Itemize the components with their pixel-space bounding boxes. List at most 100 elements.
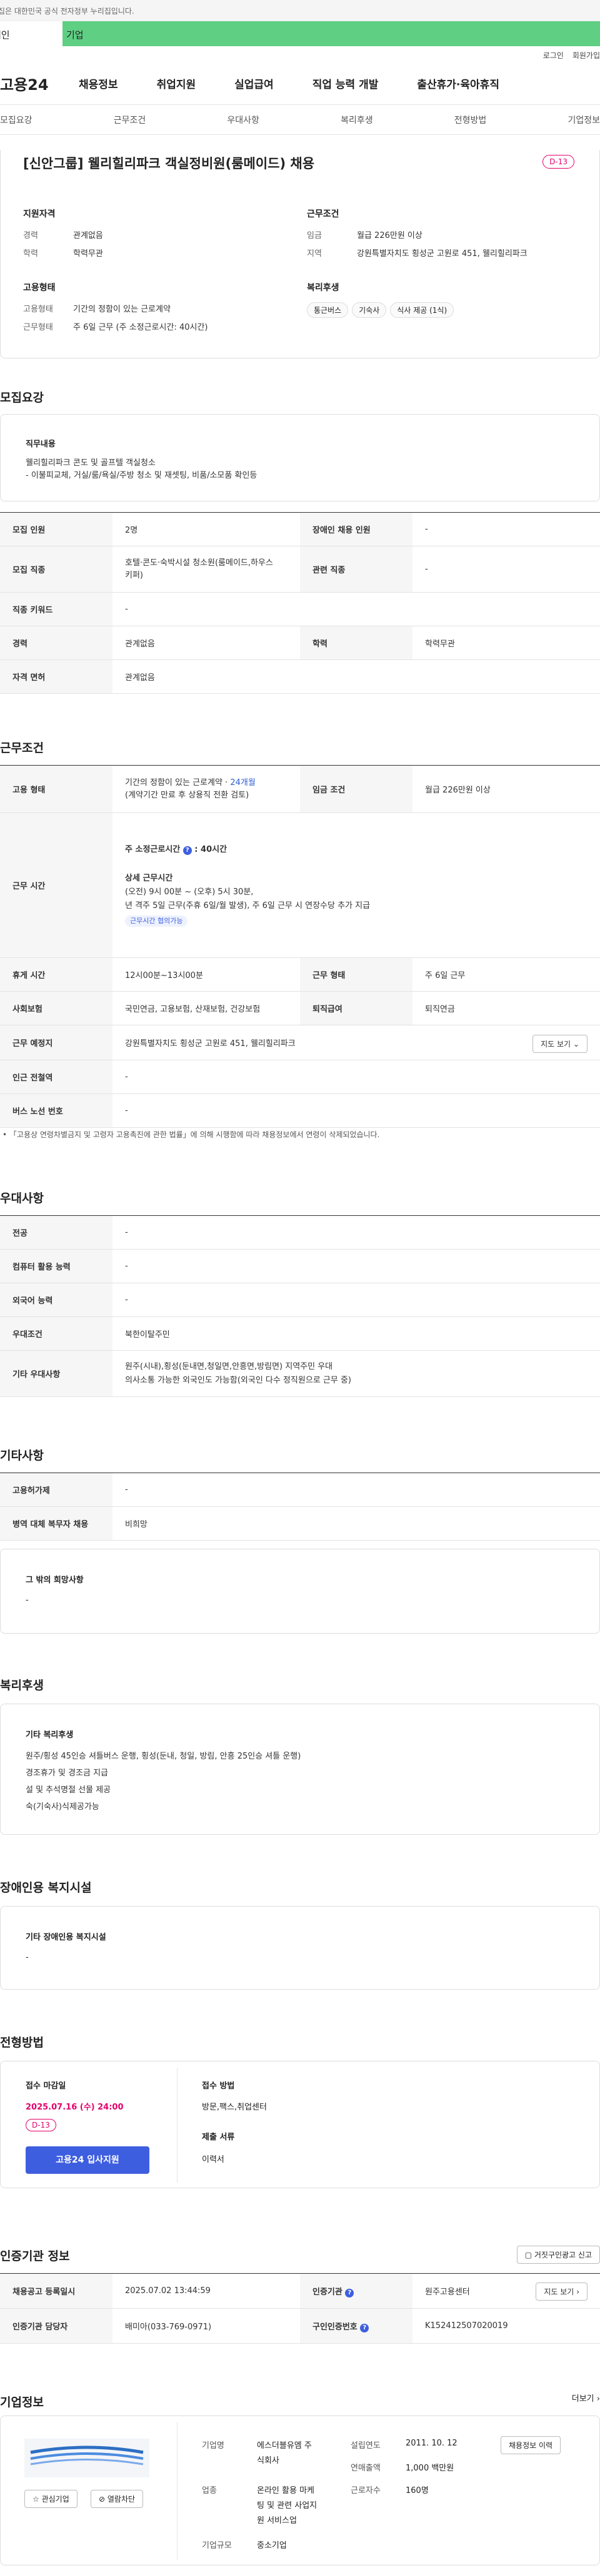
table-key: 퇴직급여 (300, 991, 412, 1025)
subnav-recruit[interactable]: 모집요강 (0, 114, 32, 126)
subnav-company[interactable]: 기업정보 (568, 114, 600, 126)
section-title-work: 근무조건 (0, 741, 44, 755)
table-row: 기타 우대사항 원주(시내),횡성(둔내면,청일면,안흥면,방림면) 지역주민 우… (0, 1350, 600, 1397)
gnb-training[interactable]: 직업 능력 개발 (312, 76, 379, 91)
revenue-label: 연매출액 (351, 2464, 381, 2473)
info-icon[interactable]: ? (182, 846, 192, 855)
contract-period: 24개월 (230, 777, 256, 787)
subnav-conditions[interactable]: 근무조건 (114, 114, 146, 126)
table-key: 고용허가제 (0, 1473, 112, 1507)
more-link[interactable]: 더보기 › (572, 2392, 600, 2404)
subnav-welfare[interactable]: 복리후생 (341, 114, 373, 126)
table-value: - (112, 1473, 600, 1507)
table-value: - (412, 546, 600, 593)
other-wish-heading: 그 밖의 희망사항 (26, 1576, 84, 1585)
job-title: [신안그룹] 웰리힐리파크 객실정비원(룸메이드) 채용 (23, 156, 315, 171)
block-view-button[interactable]: ⊘ 열람차단 (91, 2490, 144, 2508)
qual-group: 지원자격 경력 관계없음 학력 학력무관 (23, 207, 103, 265)
table-key: 모집 직종 (0, 546, 112, 593)
map-button[interactable]: 지도 보기 › (536, 2282, 588, 2301)
hours-detail-heading: 상세 근무시간 (125, 873, 173, 883)
map-button[interactable]: 지도 보기 ⌄ (532, 1035, 588, 1053)
table-row: 전공 - (0, 1215, 600, 1250)
recruit-table: 모집 인원 2명 장애인 채용 인원 - 모집 직종 호텔·콘도·숙박시설 청소원(룸메… (0, 512, 600, 694)
gnb-employment-support[interactable]: 취업지원 (157, 76, 196, 91)
benefit-line: 원주/횡성 45인승 셔틀버스 운행, 횡성(둔내, 청일, 방림, 안흥 25… (26, 1752, 301, 1761)
edu-label: 학력 (23, 249, 38, 259)
fav-company-button[interactable]: ☆ 관심기업 (24, 2490, 78, 2508)
bullet-icon: • (2, 1130, 9, 1139)
table-row: 고용 형태 기간의 정함이 있는 근로계약 · 24개월 (계약기간 만료 후 상… (0, 765, 600, 813)
welfare-tag: 식사 제공 (1식) (390, 302, 454, 318)
emptype-note: (계약기간 만료 후 상용직 전환 검토) (125, 790, 249, 800)
apply-button[interactable]: 고용24 입사지원 (26, 2146, 149, 2174)
table-row: 버스 노선 번호 - (0, 1093, 600, 1128)
employees-value: 160명 (406, 2486, 429, 2495)
global-nav: 고용24 채용정보 취업지원 실업급여 직업 능력 개발 출산휴가·육아휴직 (0, 62, 600, 105)
table-value: 학력무관 (412, 626, 600, 660)
section-title-cert: 인증기관 정보 (0, 2249, 70, 2263)
table-value: - (112, 1060, 600, 1094)
report-fake-ad-label: 거짓구인광고 신고 (534, 2251, 592, 2259)
site-logo[interactable]: 고용24 (0, 72, 79, 94)
benefit-heading: 기타 복리후생 (26, 1730, 74, 1740)
gnb-jobs[interactable]: 채용정보 (79, 76, 118, 91)
company-name-label: 기업명 (202, 2441, 224, 2450)
deadline-value: 2025.07.16 (수) 24:00 (26, 2103, 124, 2112)
table-value: 2025.07.02 13:44:59 (112, 2273, 300, 2309)
gov-banner: 이 누리집은 대한민국 공식 전자정부 누리집입니다. (0, 0, 600, 21)
table-value: 퇴직연금 (412, 991, 600, 1025)
info-icon[interactable]: ? (345, 2288, 354, 2297)
table-key: 병역 대체 복무자 채용 (0, 1506, 112, 1541)
gnb-unemployment-benefit[interactable]: 실업급여 (234, 76, 274, 91)
table-row: 사회보험 국민연금, 고용보험, 산재보험, 건강보험 퇴직급여 퇴직연금 (0, 991, 600, 1025)
table-row: 근무 예정지 강원특별자치도 횡성군 고원로 451, 웰리힐리파크 지도 보기 ⌄ (0, 1025, 600, 1060)
job-summary-card: [신안그룹] 웰리힐리파크 객실정비원(룸메이드) 채용 D-13 지원자격 경… (0, 150, 600, 358)
welfare-heading: 복리후생 (307, 283, 339, 293)
subnav-process[interactable]: 전형방법 (454, 114, 487, 126)
section-title-company: 기업정보 (0, 2396, 44, 2409)
table-value: 주 6일 근무 (412, 957, 600, 992)
pref-table: 전공 - 컴퓨터 활용 능력 - 외국어 능력 - 우대조건 북한이탈주민 기타 우대사… (0, 1215, 600, 1397)
duty-line: 웰리힐리파크 콘도 및 골프텔 객실청소 (26, 458, 156, 468)
wage-label: 임금 (307, 231, 322, 240)
disab-card: 기타 장애인용 복지시설 - (0, 1906, 600, 1990)
emptype-text: 기간의 정함이 있는 근로계약 · (125, 777, 231, 787)
gnb-leave[interactable]: 출산휴가·육아휴직 (417, 76, 499, 91)
table-row: 경력 관계없음 학력 학력무관 (0, 626, 600, 660)
subnav-preference[interactable]: 우대사항 (227, 114, 259, 126)
company-name-value: 에스더블유엠 주 (257, 2441, 312, 2450)
table-key: 고용 형태 (0, 765, 112, 813)
table-key: 휴게 시간 (0, 957, 112, 992)
job-history-button[interactable]: 채용정보 이력 (501, 2436, 561, 2454)
table-key: 장애인 채용 인원 (300, 512, 412, 546)
dday-badge: D-13 (26, 2119, 56, 2131)
section-title-benefit: 복리후생 (0, 1679, 44, 1692)
table-value: K152412507020019 (412, 2308, 600, 2344)
hours-main-value: 40시간 (201, 844, 228, 854)
area-label: 지역 (307, 249, 322, 259)
section-title-disab: 장애인용 복지시설 (0, 1881, 92, 1895)
duty-heading: 직무내용 (26, 440, 56, 449)
cond-group: 근무조건 임금 월급 226만원 이상 지역 강원특별자치도 횡성군 고원로 451… (307, 207, 528, 265)
report-fake-ad-button[interactable]: ▢ 거짓구인광고 신고 (516, 2246, 600, 2264)
signup-link[interactable]: 회원가입 (572, 51, 600, 60)
welfare-group: 복리후생 통근버스 기숙사 식사 제공 (1식) (307, 281, 458, 318)
table-value: 원주고용센터 (425, 2287, 470, 2297)
login-link[interactable]: 로그인 (543, 51, 564, 60)
company-size-label: 기업규모 (202, 2541, 232, 2550)
tab-company[interactable]: 기업 (62, 21, 600, 46)
process-card: 접수 마감일 2025.07.16 (수) 24:00 D-13 고용24 입사… (0, 2061, 600, 2188)
table-row: 인근 전철역 - (0, 1060, 600, 1094)
benefit-card: 기타 복리후생 원주/횡성 45인승 셔틀버스 운행, 횡성(둔내, 청일, 방… (0, 1704, 600, 1835)
table-row: 자격 면허 관계없음 (0, 659, 600, 694)
table-row: 채용공고 등록일시 2025.07.02 13:44:59 인증기관 ? 원주고용센터… (0, 2273, 600, 2309)
hours-main-label: 주 소정근로시간 (125, 844, 181, 854)
table-key: 임금 조건 (300, 765, 412, 813)
tab-personal[interactable]: 개인 (0, 21, 62, 46)
info-icon[interactable]: ? (360, 2323, 369, 2332)
industry-value: 원 서비스업 (257, 2516, 297, 2525)
table-value: 관계없음 (112, 626, 300, 660)
disab-heading: 기타 장애인용 복지시설 (26, 1933, 106, 1942)
star-icon: ☆ (32, 2495, 42, 2504)
